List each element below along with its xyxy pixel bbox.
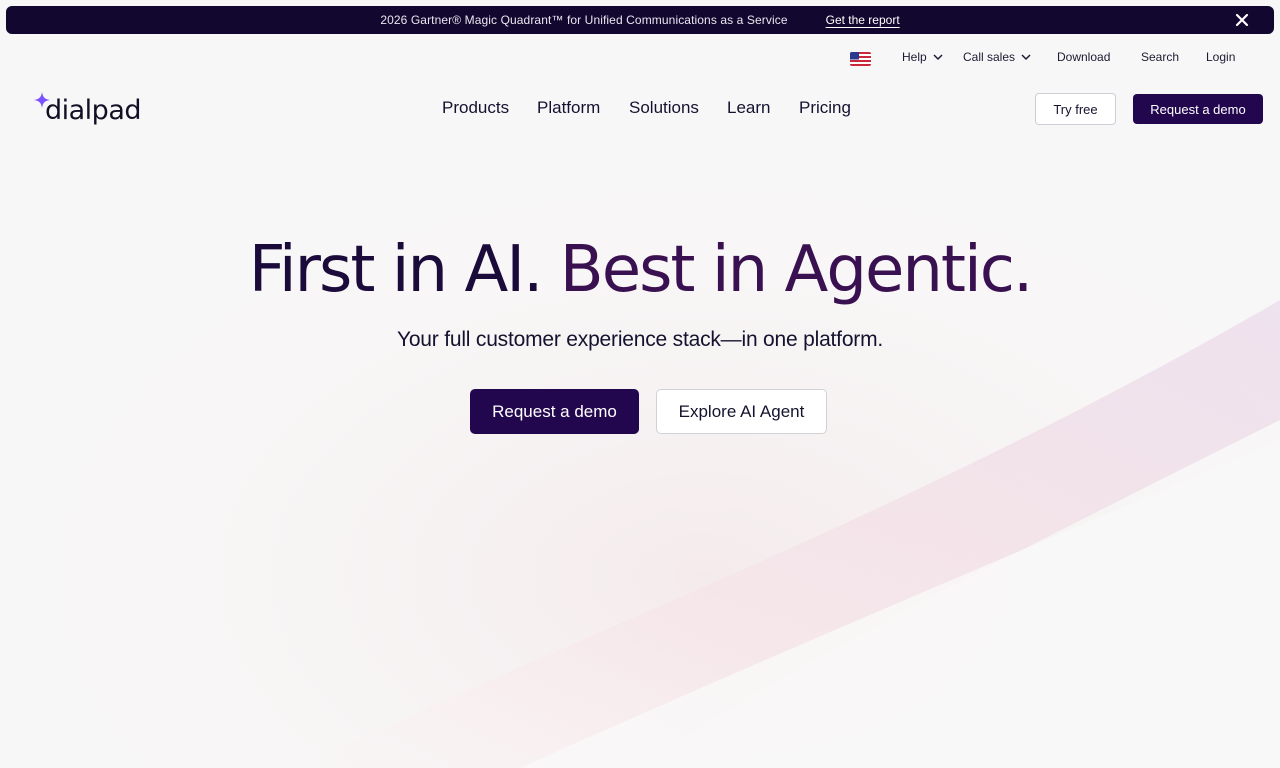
login-link[interactable]: Login [1206,50,1235,64]
close-icon[interactable] [1234,12,1250,28]
help-menu[interactable]: Help [902,50,944,64]
nav-item-solutions[interactable]: Solutions [629,98,699,118]
explore-ai-agent-button[interactable]: Explore AI Agent [656,389,827,434]
get-report-link[interactable]: Get the report [826,13,900,27]
chevron-down-icon [1021,54,1031,61]
request-demo-button[interactable]: Request a demo [1133,94,1263,124]
page: 2026 Gartner® Magic Quadrant™ for Unifie… [0,0,1280,768]
nav-item-learn[interactable]: Learn [727,98,770,118]
nav-item-platform[interactable]: Platform [537,98,600,118]
hero-subtitle: Your full customer experience stack—in o… [396,328,884,351]
hero-title-part1: First in AI. [248,233,544,307]
utility-bar: Help Call sales Download Search Login [0,50,1280,68]
announcement-banner: 2026 Gartner® Magic Quadrant™ for Unifie… [6,6,1274,34]
call-sales-menu[interactable]: Call sales [963,50,1032,64]
search-link[interactable]: Search [1141,50,1179,64]
hero-request-demo-button[interactable]: Request a demo [470,389,639,434]
download-link[interactable]: Download [1057,50,1110,64]
chevron-down-icon [933,54,943,61]
us-flag-icon[interactable] [850,52,871,66]
nav-item-pricing[interactable]: Pricing [799,98,851,118]
help-label: Help [902,50,927,64]
hero-title: First in AI. Best in Agentic. [0,226,1280,314]
banner-text: 2026 Gartner® Magic Quadrant™ for Unifie… [380,13,788,27]
nav-item-products[interactable]: Products [442,98,509,118]
try-free-button[interactable]: Try free [1035,93,1116,125]
call-sales-label: Call sales [963,50,1016,64]
hero-title-part2: Best in Agentic. [559,233,1033,307]
